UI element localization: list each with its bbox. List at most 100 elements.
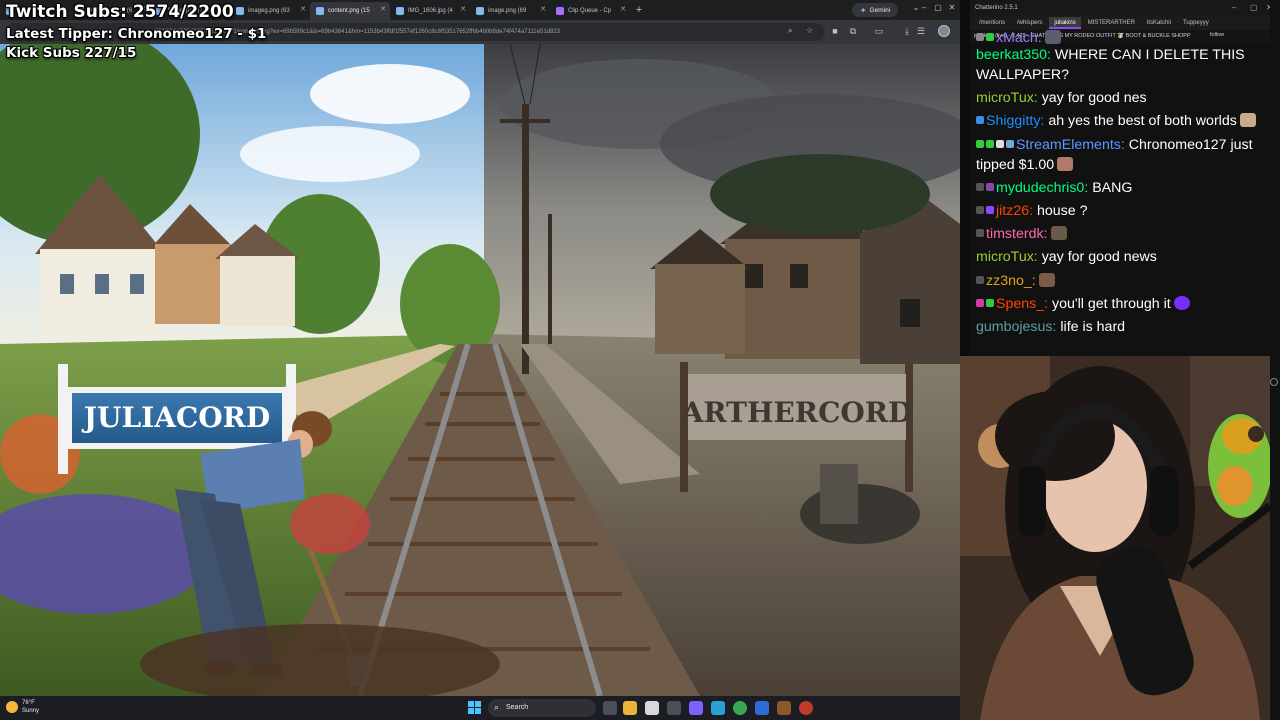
- badge-icon: [986, 139, 994, 148]
- tab-4-active[interactable]: content.png (15 ✕: [310, 2, 390, 20]
- puzzle-icon[interactable]: ⧉: [846, 26, 860, 37]
- edge-icon[interactable]: [711, 701, 725, 715]
- close-tab-icon[interactable]: ✕: [460, 5, 466, 13]
- weather-widget[interactable]: 76°F Sunny: [6, 699, 39, 715]
- windows-start-icon[interactable]: [468, 701, 481, 714]
- badge-icon: [986, 205, 994, 214]
- close-tab-icon[interactable]: ✕: [620, 5, 626, 13]
- bookmark-star-icon[interactable]: ☆: [806, 26, 813, 35]
- badge-icon: [976, 205, 984, 214]
- tab-label: image.png (69: [488, 8, 527, 14]
- chat-username[interactable]: mydudechris0:: [996, 180, 1088, 196]
- download-icon[interactable]: ⤓: [900, 26, 914, 37]
- chat-text: yay for good news: [1041, 249, 1157, 266]
- chat-window: Chatterino 2.5.1 – ▢ ✕ /mentions /whispe…: [970, 0, 1280, 356]
- chat-tab-misterarther[interactable]: MISTERARTHER: [1083, 17, 1140, 29]
- kick-subs-goal: Kick Subs 227/15: [6, 45, 137, 61]
- app-icon[interactable]: [777, 701, 791, 715]
- app-icon[interactable]: [755, 701, 769, 715]
- badge-icon: [986, 299, 994, 308]
- chat-username[interactable]: microTux:: [976, 249, 1038, 265]
- chat-username[interactable]: timsterdk:: [986, 226, 1048, 242]
- chat-message: mydudechris0: BANG: [976, 177, 1276, 200]
- chat-tab-mentions[interactable]: /mentions: [974, 17, 1010, 29]
- favicon-icon: [316, 7, 324, 15]
- chat-tab-juliakins[interactable]: juliakins: [1049, 17, 1081, 29]
- tab-label: Clip Queue - Cp: [568, 8, 612, 14]
- chat-message: gumbojesus: life is hard: [976, 316, 1276, 339]
- badge-icon: [976, 182, 984, 191]
- close-tab-icon[interactable]: ✕: [540, 5, 546, 13]
- chat-username[interactable]: xMach:: [996, 30, 1042, 44]
- chat-tab-whispers[interactable]: /whispers: [1012, 17, 1047, 29]
- chat-message: StreamElements: Chronomeo127 just tipped…: [976, 134, 1276, 177]
- favicon-icon: [236, 7, 244, 15]
- profile-avatar[interactable]: [938, 25, 950, 37]
- chat-username[interactable]: gumbojesus:: [976, 319, 1056, 335]
- tab-5[interactable]: IMG_1606.jpg (4 ✕: [390, 2, 470, 20]
- chat-username[interactable]: Shiggitty:: [986, 113, 1044, 129]
- chat-message: Spens_: you'll get through it: [976, 293, 1276, 316]
- chat-username[interactable]: beerkat350:: [976, 47, 1051, 63]
- chat-username[interactable]: Spens_:: [996, 296, 1048, 312]
- extension-icon[interactable]: ■: [828, 26, 842, 36]
- chat-username[interactable]: microTux:: [976, 90, 1038, 106]
- badge-icon: [976, 139, 984, 148]
- emote-icon: [1038, 272, 1055, 287]
- split-view-icon[interactable]: ▭: [872, 26, 886, 37]
- store-icon[interactable]: [645, 701, 659, 715]
- new-tab-button[interactable]: +: [630, 4, 648, 16]
- taskbar-search[interactable]: ⌕ Search: [488, 699, 596, 717]
- webcam-feed: [960, 356, 1270, 720]
- chrome-icon[interactable]: [733, 701, 747, 715]
- badge-icon: [976, 275, 984, 284]
- chat-titlebar: Chatterino 2.5.1 – ▢ ✕: [970, 0, 1280, 16]
- badge-icon: [996, 139, 1004, 148]
- task-view-icon[interactable]: [603, 701, 617, 715]
- chat-tab-tuppeyyy[interactable]: Tuppeyyy: [1178, 17, 1214, 29]
- chat-username[interactable]: zz3no_:: [986, 273, 1036, 289]
- chat-message: timsterdk:: [976, 223, 1276, 246]
- tab-label: content.png (15: [328, 8, 370, 14]
- emote-icon: [1173, 296, 1190, 311]
- close-tab-icon[interactable]: ✕: [300, 5, 306, 13]
- chat-tab-bar: /mentions /whispers juliakins MISTERARTH…: [970, 16, 1280, 30]
- discord-icon[interactable]: [689, 701, 703, 715]
- settings-circle-icon[interactable]: [1270, 378, 1278, 386]
- close-tab-icon[interactable]: ✕: [380, 5, 386, 13]
- gemini-button[interactable]: ✦ Gemini: [852, 3, 898, 17]
- favicon-icon: [396, 7, 404, 15]
- twitch-subs-goal: Twitch Subs: 2574/2200: [6, 2, 234, 22]
- chat-text: BANG: [1092, 179, 1133, 196]
- obs-icon[interactable]: [799, 701, 813, 715]
- chat-tab-itskatchii[interactable]: itsKatchii: [1142, 17, 1176, 29]
- tab-6[interactable]: image.png (69 ✕: [470, 2, 550, 20]
- minimize-icon[interactable]: –: [1232, 3, 1236, 12]
- maximize-icon[interactable]: ▢: [1250, 3, 1258, 12]
- chat-username[interactable]: jitz26:: [996, 203, 1033, 219]
- badge-icon: [986, 33, 994, 41]
- file-explorer-icon[interactable]: [623, 701, 637, 715]
- tab-3[interactable]: imageg.png (63 ✕: [230, 2, 310, 20]
- chat-message: microTux: yay for good nes: [976, 87, 1276, 110]
- right-sign-text: ARTHERCORD: [681, 396, 913, 429]
- search-label: Search: [506, 704, 529, 711]
- close-window-icon[interactable]: ✕: [942, 3, 962, 12]
- generated-image: JULIACORD ARTHERCORD: [0, 44, 960, 696]
- chat-text: life is hard: [1060, 319, 1126, 336]
- sun-icon: [6, 701, 18, 713]
- badge-icon: [976, 33, 984, 41]
- emote-icon: [1239, 113, 1256, 128]
- chat-message-list: xMach: beerkat350: WHERE CAN I DELETE TH…: [976, 30, 1276, 340]
- badge-icon: [976, 116, 984, 125]
- app-icon[interactable]: [667, 701, 681, 715]
- badge-icon: [1006, 139, 1014, 148]
- tab-7[interactable]: Clip Queue - Cp ✕: [550, 2, 630, 20]
- chat-username[interactable]: StreamElements:: [1016, 137, 1125, 153]
- windows-taskbar: 76°F Sunny ⌕ Search: [0, 696, 960, 720]
- zoom-icon[interactable]: ⌕: [788, 26, 792, 36]
- badge-icon: [976, 299, 984, 308]
- chat-message: jitz26: house ?: [976, 200, 1276, 223]
- emote-icon: [1044, 30, 1061, 44]
- menu-list-icon[interactable]: ☰: [914, 26, 928, 37]
